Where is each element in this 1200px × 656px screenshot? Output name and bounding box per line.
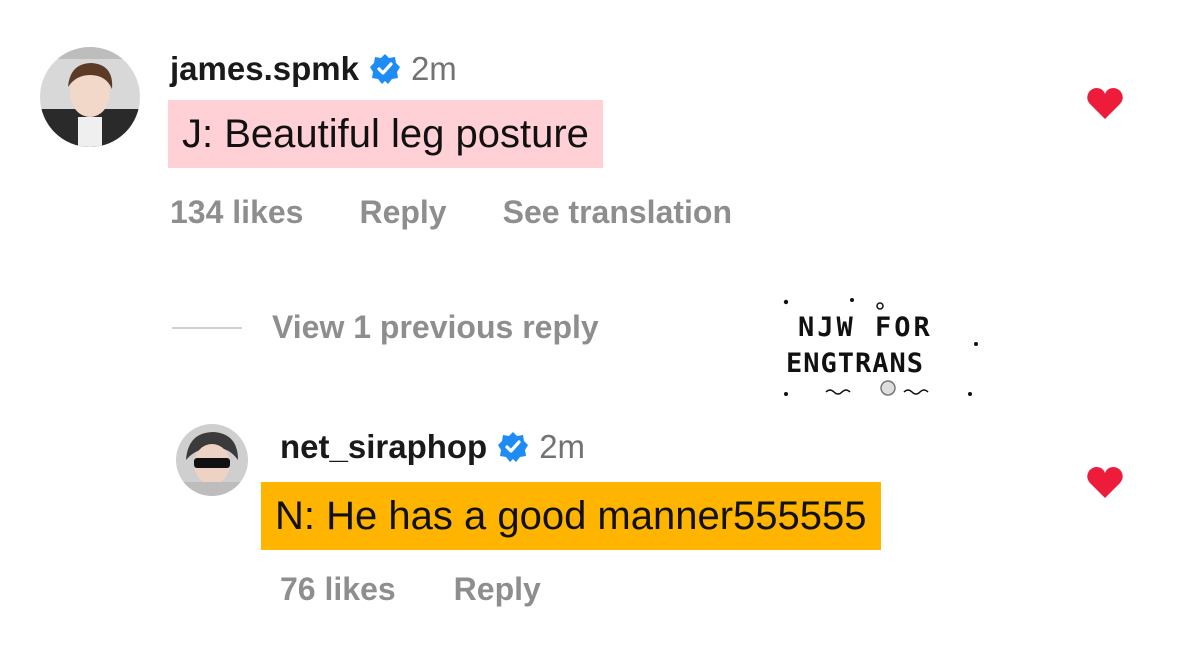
username[interactable]: james.spmk xyxy=(170,50,359,88)
reply-button[interactable]: Reply xyxy=(359,194,446,231)
timestamp: 2m xyxy=(539,428,586,465)
comment-text: J: Beautiful leg posture xyxy=(168,100,603,168)
watermark-line2: ENGTRANS xyxy=(786,348,925,379)
heart-icon[interactable] xyxy=(1086,86,1124,120)
heart-icon[interactable] xyxy=(1086,465,1124,499)
username[interactable]: net_siraphop xyxy=(280,428,487,466)
comment-text: N: He has a good manner555555 xyxy=(261,482,881,550)
reply-button[interactable]: Reply xyxy=(454,571,541,608)
comment-header: james.spmk 2m xyxy=(170,50,457,88)
watermark: NJW FOR ENGTRANS xyxy=(780,296,1000,406)
timestamp: 2m xyxy=(410,50,457,87)
comment-actions: 76 likes Reply xyxy=(280,571,541,608)
divider-line xyxy=(172,327,242,329)
comment-header: net_siraphop 2m xyxy=(280,428,585,466)
verified-badge-icon xyxy=(369,53,401,85)
verified-badge-icon xyxy=(497,431,529,463)
likes-count[interactable]: 134 likes xyxy=(170,194,303,231)
see-translation-button[interactable]: See translation xyxy=(503,194,732,231)
avatar[interactable] xyxy=(40,47,140,147)
avatar[interactable] xyxy=(176,424,248,496)
comment-actions: 134 likes Reply See translation xyxy=(170,194,732,231)
view-previous-reply-button[interactable]: View 1 previous reply xyxy=(272,309,599,346)
likes-count[interactable]: 76 likes xyxy=(280,571,396,608)
watermark-line1: NJW FOR xyxy=(798,312,933,343)
